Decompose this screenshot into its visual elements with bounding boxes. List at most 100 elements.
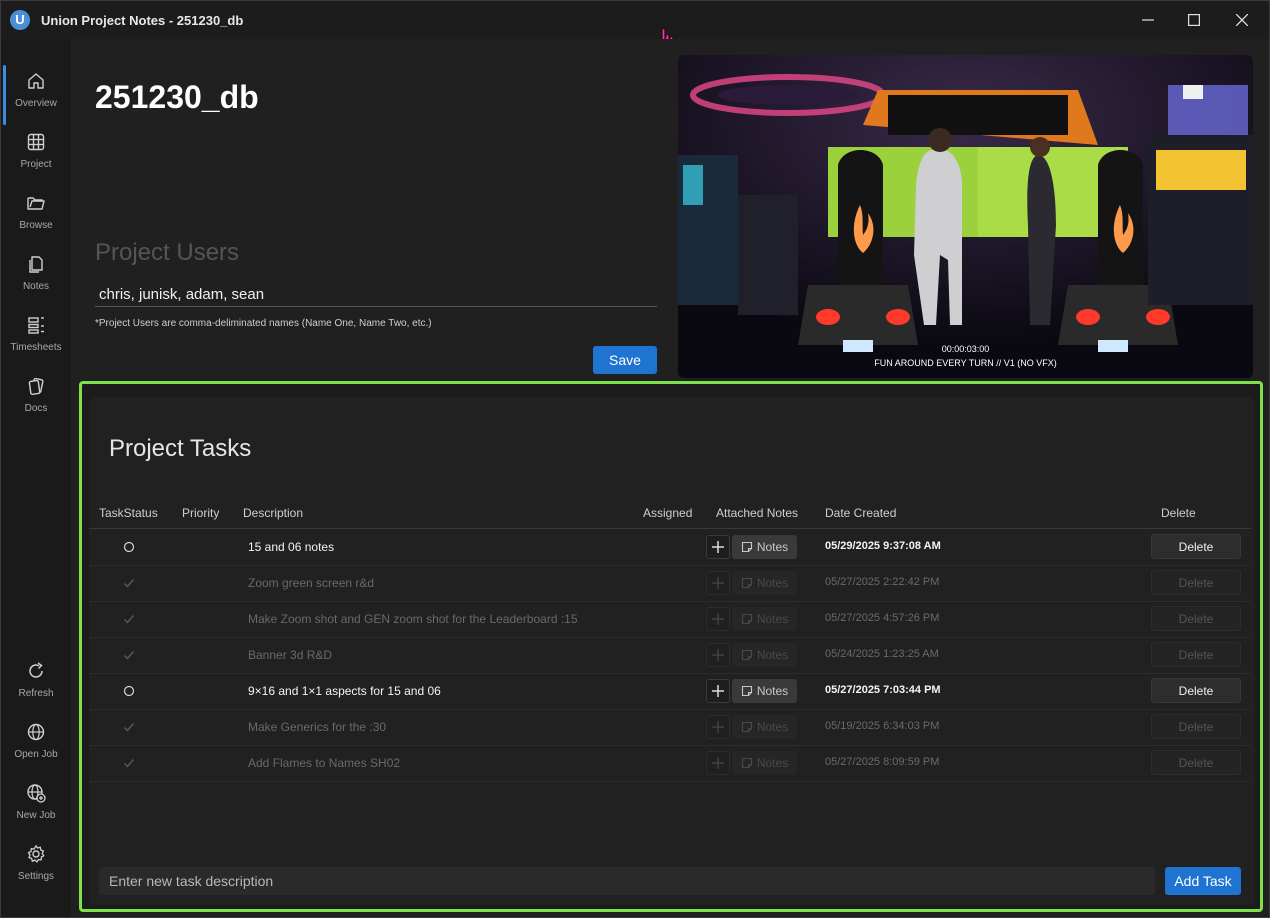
timesheet-icon: [28, 317, 44, 334]
nav-label: Overview: [15, 98, 57, 109]
checkmark-icon[interactable]: [122, 720, 136, 734]
plus-icon: [712, 685, 724, 697]
plus-icon: [712, 577, 724, 589]
task-description: Make Generics for the :30: [248, 720, 387, 734]
minimize-icon: [1142, 19, 1154, 21]
attached-notes-button[interactable]: Notes: [732, 607, 797, 631]
notes-icon: [29, 256, 43, 273]
maximize-button[interactable]: [1171, 5, 1217, 35]
task-description: Make Zoom shot and GEN zoom shot for the…: [248, 612, 578, 626]
project-tasks-heading: Project Tasks: [109, 435, 252, 462]
col-header-assigned: Assigned: [643, 506, 693, 520]
checkmark-icon[interactable]: [122, 756, 136, 770]
nav-project[interactable]: Project: [1, 132, 71, 190]
nav-label: Settings: [17, 871, 55, 882]
sticky-note-icon: [741, 541, 752, 553]
add-note-button[interactable]: [706, 679, 730, 703]
plus-icon: [712, 721, 724, 733]
nav-browse[interactable]: Browse: [1, 193, 71, 251]
nav-label: New Job: [16, 810, 56, 821]
col-header-delete: Delete: [1161, 506, 1196, 520]
table-icon: [27, 133, 45, 151]
notes-label: Notes: [756, 684, 789, 698]
checkmark-icon[interactable]: [122, 576, 136, 590]
nav-label: Notes: [22, 281, 50, 292]
delete-task-button[interactable]: Delete: [1151, 750, 1241, 775]
delete-task-button[interactable]: Delete: [1151, 570, 1241, 595]
timecode-overlay: 00:00:03:00: [941, 344, 990, 354]
attached-notes-button[interactable]: Notes: [732, 679, 797, 703]
plus-icon: [712, 613, 724, 625]
globe-plus-icon: [27, 784, 46, 803]
col-header-attached-notes: Attached Notes: [716, 506, 799, 520]
delete-task-button[interactable]: Delete: [1151, 534, 1241, 559]
minimize-button[interactable]: [1125, 5, 1171, 35]
add-note-button[interactable]: [706, 715, 730, 739]
open-circle-icon[interactable]: [122, 684, 136, 698]
attached-notes-button[interactable]: Notes: [732, 571, 797, 595]
task-description: 9×16 and 1×1 aspects for 15 and 06: [248, 684, 441, 698]
add-note-button[interactable]: [706, 607, 730, 631]
sticky-note-icon: [741, 649, 752, 661]
add-note-button[interactable]: [706, 571, 730, 595]
gear-icon: [27, 845, 45, 863]
table-row: Zoom green screen r&d Notes 05/27/2025 2:2…: [89, 565, 1251, 602]
task-date-created: 05/27/2025 4:57:26 PM: [825, 612, 940, 624]
attached-notes-button[interactable]: Notes: [732, 643, 797, 667]
close-icon: [1236, 14, 1248, 26]
delete-task-button[interactable]: Delete: [1151, 642, 1241, 667]
attached-notes-button[interactable]: Notes: [732, 715, 797, 739]
task-date-created: 05/27/2025 7:03:44 PM: [825, 684, 941, 696]
close-button[interactable]: [1219, 5, 1265, 35]
globe-icon: [27, 723, 45, 741]
checkmark-icon[interactable]: [122, 648, 136, 662]
nav-open-job[interactable]: Open Job: [1, 722, 71, 780]
task-date-created: 05/29/2025 9:37:08 AM: [825, 540, 941, 552]
add-note-button[interactable]: [706, 643, 730, 667]
attached-notes-button[interactable]: Notes: [732, 535, 797, 559]
nav-docs[interactable]: Docs: [1, 376, 71, 434]
sticky-note-icon: [741, 613, 752, 625]
table-row: Make Zoom shot and GEN zoom shot for the…: [89, 601, 1251, 638]
table-row: 15 and 06 notes Notes 05/29/2025 9:37:08 A…: [89, 529, 1251, 566]
sticky-note-icon: [741, 577, 752, 589]
col-header-priority: Priority: [182, 506, 220, 520]
task-description: Add Flames to Names SH02: [248, 756, 401, 770]
nav-settings[interactable]: Settings: [1, 844, 71, 902]
open-circle-icon[interactable]: [122, 540, 136, 554]
notes-label: Notes: [756, 576, 789, 590]
delete-task-button[interactable]: Delete: [1151, 606, 1241, 631]
add-task-button[interactable]: Add Task: [1165, 867, 1241, 895]
task-date-created: 05/27/2025 8:09:59 PM: [825, 756, 940, 768]
app-window: U Union Project Notes - 251230_db Overvi…: [0, 0, 1270, 918]
attached-notes-button[interactable]: Notes: [732, 751, 797, 775]
shot-label-overlay: FUN AROUND EVERY TURN // V1 (NO VFX): [874, 358, 1057, 368]
add-note-button[interactable]: [706, 535, 730, 559]
sticky-note-icon: [741, 685, 752, 697]
plus-icon: [712, 541, 724, 553]
nav-refresh[interactable]: Refresh: [1, 661, 71, 719]
nav-notes[interactable]: Notes: [1, 254, 71, 312]
delete-task-button[interactable]: Delete: [1151, 678, 1241, 703]
app-logo: U: [10, 10, 30, 30]
notes-label: Notes: [756, 612, 789, 626]
nav-overview[interactable]: Overview: [1, 71, 71, 129]
sticky-note-icon: [741, 721, 752, 733]
project-users-input[interactable]: [95, 283, 657, 307]
project-users-hint: *Project Users are comma-deliminated nam…: [95, 318, 432, 329]
nav-timesheets[interactable]: Timesheets: [1, 315, 71, 373]
task-description: Zoom green screen r&d: [248, 576, 375, 590]
save-button[interactable]: Save: [593, 346, 657, 374]
col-header-date-created: Date Created: [825, 506, 897, 520]
folder-icon: [27, 197, 45, 210]
new-task-input[interactable]: [99, 867, 1155, 895]
plus-icon: [712, 649, 724, 661]
nav-new-job[interactable]: New Job: [1, 783, 71, 841]
checkmark-icon[interactable]: [122, 612, 136, 626]
delete-task-button[interactable]: Delete: [1151, 714, 1241, 739]
add-note-button[interactable]: [706, 751, 730, 775]
table-row: Banner 3d R&D Notes 05/24/2025 1:23:25 AM D…: [89, 637, 1251, 674]
sidebar: Overview Project Browse Notes Timesheets…: [1, 39, 71, 917]
nav-label: Browse: [19, 220, 53, 231]
nav-label: Timesheets: [10, 342, 62, 353]
